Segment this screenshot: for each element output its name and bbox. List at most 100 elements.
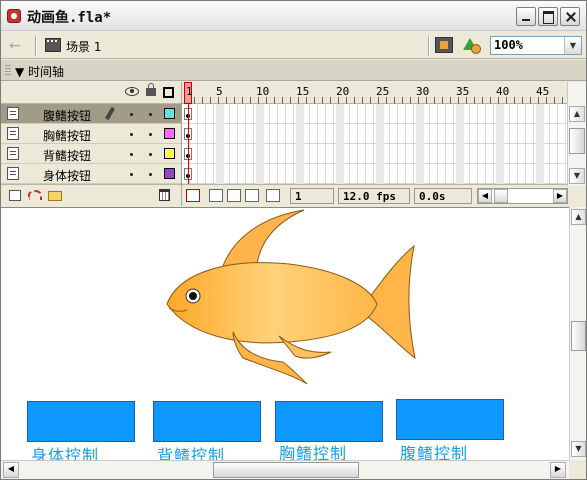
scene-breadcrumb[interactable]: 场景 1	[66, 38, 101, 55]
layer-icon	[7, 147, 19, 160]
lock-all-icon[interactable]	[146, 83, 156, 96]
layer-name: 腹鳍按钮	[43, 109, 92, 123]
visibility-dot[interactable]	[130, 173, 133, 176]
visibility-dot[interactable]	[130, 133, 133, 136]
layer-name: 身体按钮	[43, 169, 92, 183]
scroll-thumb[interactable]	[494, 189, 508, 203]
frame-ruler[interactable]: 1 5 10 15 20 25 30 35 40 45 ▸	[182, 82, 569, 104]
fish-graphic[interactable]	[159, 208, 419, 386]
stage-vscroll[interactable]: ▲ ▼	[569, 207, 586, 460]
scroll-right-icon[interactable]: ▶	[553, 189, 567, 203]
ruler-ticks	[186, 97, 569, 104]
pelvic-fin-label: 腹鳍控制	[400, 444, 469, 460]
outline-color-swatch[interactable]	[164, 168, 175, 179]
pectoral-fin-button-shape[interactable]	[275, 401, 383, 442]
delete-layer-icon[interactable]	[159, 189, 170, 201]
dorsal-fin-label: 背鳍控制	[157, 446, 226, 460]
toolbar-separator	[428, 36, 430, 56]
layers-header	[1, 82, 181, 104]
ruler-number: 40	[496, 85, 510, 98]
dorsal-fin-button-shape[interactable]	[153, 401, 261, 442]
body-control-label: 身体控制	[31, 446, 100, 460]
scroll-up-icon[interactable]: ▲	[571, 209, 586, 225]
pencil-icon	[105, 106, 115, 121]
ruler-number: 1	[186, 85, 193, 98]
layer-row[interactable]: 胸鳍按钮	[1, 124, 181, 144]
outline-all-icon[interactable]	[163, 87, 174, 98]
scroll-thumb[interactable]	[569, 128, 585, 154]
lock-dot[interactable]	[149, 173, 152, 176]
lock-dot[interactable]	[149, 113, 152, 116]
frame-rate-field[interactable]: 12.0 fps	[338, 188, 410, 204]
flash-app-icon	[7, 9, 21, 23]
ruler-number: 20	[336, 85, 350, 98]
frame-row[interactable]	[182, 164, 569, 184]
frames-panel[interactable]: 1 5 10 15 20 25 30 35 40 45 ▸	[181, 82, 569, 206]
lock-dot[interactable]	[149, 153, 152, 156]
edit-symbols-icon[interactable]	[463, 36, 483, 54]
visibility-dot[interactable]	[130, 153, 133, 156]
scene-clapper-icon	[45, 38, 61, 52]
outline-color-swatch[interactable]	[164, 148, 175, 159]
center-frame-icon[interactable]	[186, 189, 200, 202]
resize-grip[interactable]	[569, 460, 586, 479]
layers-panel: 腹鳍按钮 胸鳍按钮 背鳍按钮 身体按钮	[1, 82, 181, 206]
close-button[interactable]	[560, 7, 580, 26]
layer-name: 背鳍按钮	[43, 149, 92, 163]
scroll-left-icon[interactable]: ◀	[478, 189, 492, 203]
show-hide-all-icon[interactable]	[125, 87, 139, 96]
pectoral-fin-label: 胸鳍控制	[279, 444, 348, 460]
stage[interactable]: 身体控制 背鳍控制 胸鳍控制 腹鳍控制	[1, 207, 569, 460]
back-arrow-icon[interactable]: ←	[9, 38, 21, 54]
layer-icon	[7, 107, 19, 120]
layer-tools	[1, 184, 181, 206]
body-control-button-shape[interactable]	[27, 401, 135, 442]
outline-color-swatch[interactable]	[164, 108, 175, 119]
elapsed-time-field: 0.0s	[414, 188, 472, 204]
modify-onion-markers-icon[interactable]	[266, 189, 280, 202]
stage-hscroll[interactable]: ◀ ▶	[1, 460, 569, 479]
ruler-number: 5	[216, 85, 223, 98]
scroll-down-icon[interactable]: ▼	[571, 441, 586, 457]
outline-color-swatch[interactable]	[164, 128, 175, 139]
visibility-dot[interactable]	[130, 113, 133, 116]
playhead-line	[188, 104, 189, 184]
layer-name: 胸鳍按钮	[43, 129, 92, 143]
scroll-down-icon[interactable]: ▼	[569, 168, 585, 184]
layer-row[interactable]: 腹鳍按钮	[1, 104, 181, 124]
timeline-hscroll[interactable]: ◀ ▶	[477, 188, 568, 204]
maximize-button[interactable]	[538, 7, 558, 26]
timeline-panel-header[interactable]: ▼ 时间轴	[1, 60, 586, 81]
layer-icon	[7, 167, 19, 180]
scroll-left-icon[interactable]: ◀	[3, 462, 19, 478]
scroll-thumb[interactable]	[571, 321, 586, 351]
chevron-down-icon[interactable]: ▼	[564, 37, 581, 54]
zoom-select[interactable]: 100% ▼	[490, 36, 582, 55]
current-frame-field: 1	[290, 188, 334, 204]
layer-icon	[7, 127, 19, 140]
insert-layer-icon[interactable]	[9, 190, 21, 201]
frame-row[interactable]	[182, 124, 569, 144]
minimize-button[interactable]	[516, 7, 536, 26]
lock-dot[interactable]	[149, 133, 152, 136]
add-motion-guide-icon[interactable]	[28, 190, 42, 200]
toolbar-separator	[35, 36, 37, 56]
scroll-thumb[interactable]	[213, 462, 359, 478]
onion-skin-icon[interactable]	[209, 189, 223, 202]
insert-folder-icon[interactable]	[48, 191, 62, 201]
edit-multiple-frames-icon[interactable]	[245, 189, 259, 202]
timeline-title: ▼ 时间轴	[15, 65, 65, 79]
edit-scene-icon[interactable]	[435, 37, 453, 53]
frame-row[interactable]	[182, 144, 569, 164]
onion-skin-outlines-icon[interactable]	[227, 189, 241, 202]
layer-row[interactable]: 背鳍按钮	[1, 144, 181, 164]
scroll-up-icon[interactable]: ▲	[569, 106, 585, 122]
scroll-right-icon[interactable]: ▶	[550, 462, 566, 478]
pelvic-fin-button-shape[interactable]	[396, 399, 504, 440]
title-bar: 动画鱼.fla*	[1, 1, 586, 31]
layer-row[interactable]: 身体按钮	[1, 164, 181, 184]
timeline-vscroll[interactable]: ▲ ▼	[567, 82, 586, 186]
panel-grip-icon[interactable]	[5, 65, 11, 76]
frame-row[interactable]	[182, 104, 569, 124]
zoom-value: 100%	[494, 38, 523, 52]
